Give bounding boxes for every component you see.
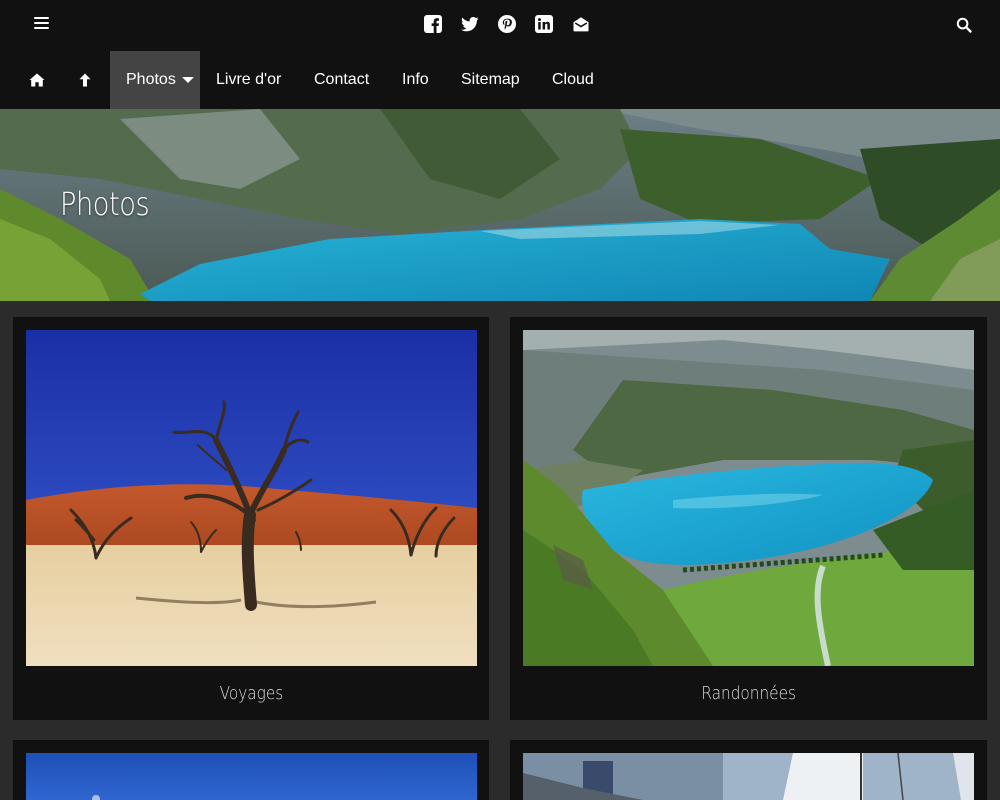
gallery-caption-randonnees[interactable]: Randonnées: [510, 666, 987, 721]
gallery-card-randonnees[interactable]: Randonnées: [510, 317, 987, 720]
gallery-card-4[interactable]: [510, 740, 987, 800]
gallery-caption-voyages-text: Voyages: [219, 683, 283, 704]
gallery-thumb-3[interactable]: [26, 753, 477, 800]
gallery-card-3[interactable]: [13, 740, 489, 800]
nav-sitemap-label: Sitemap: [461, 71, 520, 88]
nav-sitemap[interactable]: Sitemap: [461, 51, 520, 109]
nav-livre-dor[interactable]: Livre d'or: [216, 51, 281, 109]
envelope-open-icon[interactable]: [572, 15, 590, 33]
gallery-card-voyages[interactable]: Voyages: [13, 317, 489, 720]
search-icon[interactable]: [956, 17, 972, 33]
nav-contact-label: Contact: [314, 71, 370, 88]
social-links: [424, 15, 590, 33]
nav-up[interactable]: [79, 51, 93, 109]
nav-cloud[interactable]: Cloud: [552, 51, 594, 109]
hero-banner: Photos: [0, 109, 1000, 301]
mountain-lake-image: [523, 330, 974, 666]
pinterest-icon[interactable]: [498, 15, 516, 33]
gallery-caption-randonnees-text: Randonnées: [701, 683, 796, 704]
nav-photos-label: Photos: [126, 71, 176, 88]
gallery-thumb-4[interactable]: [523, 753, 974, 800]
sailboat-image: [523, 753, 974, 800]
nav-contact[interactable]: Contact: [314, 51, 369, 109]
nav-home[interactable]: [29, 51, 47, 109]
gallery-thumb-randonnees[interactable]: [523, 330, 974, 666]
chevron-down-icon[interactable]: [181, 77, 194, 83]
nav-photos[interactable]: Photos: [110, 51, 200, 109]
hero-landscape-image: [0, 109, 1000, 301]
nav-info[interactable]: Info: [402, 51, 429, 109]
facebook-icon[interactable]: [424, 15, 442, 33]
top-bar: [0, 0, 1000, 51]
page-title: Photos: [60, 185, 150, 223]
gallery-caption-voyages[interactable]: Voyages: [13, 666, 489, 721]
hamburger-icon[interactable]: [34, 17, 49, 31]
nav-info-label: Info: [402, 71, 429, 88]
main-nav: Photos Livre d'or Contact Info Sitemap C…: [0, 51, 1000, 109]
gallery-thumb-voyages[interactable]: [26, 330, 477, 666]
desert-tree-image: [26, 330, 477, 666]
nav-cloud-label: Cloud: [552, 71, 594, 88]
arrow-up-icon: [79, 73, 91, 87]
home-icon: [29, 73, 45, 87]
linkedin-icon[interactable]: [535, 15, 553, 33]
blue-sky-image: [26, 753, 477, 800]
twitter-icon[interactable]: [461, 15, 479, 33]
nav-livre-dor-label: Livre d'or: [216, 71, 282, 88]
